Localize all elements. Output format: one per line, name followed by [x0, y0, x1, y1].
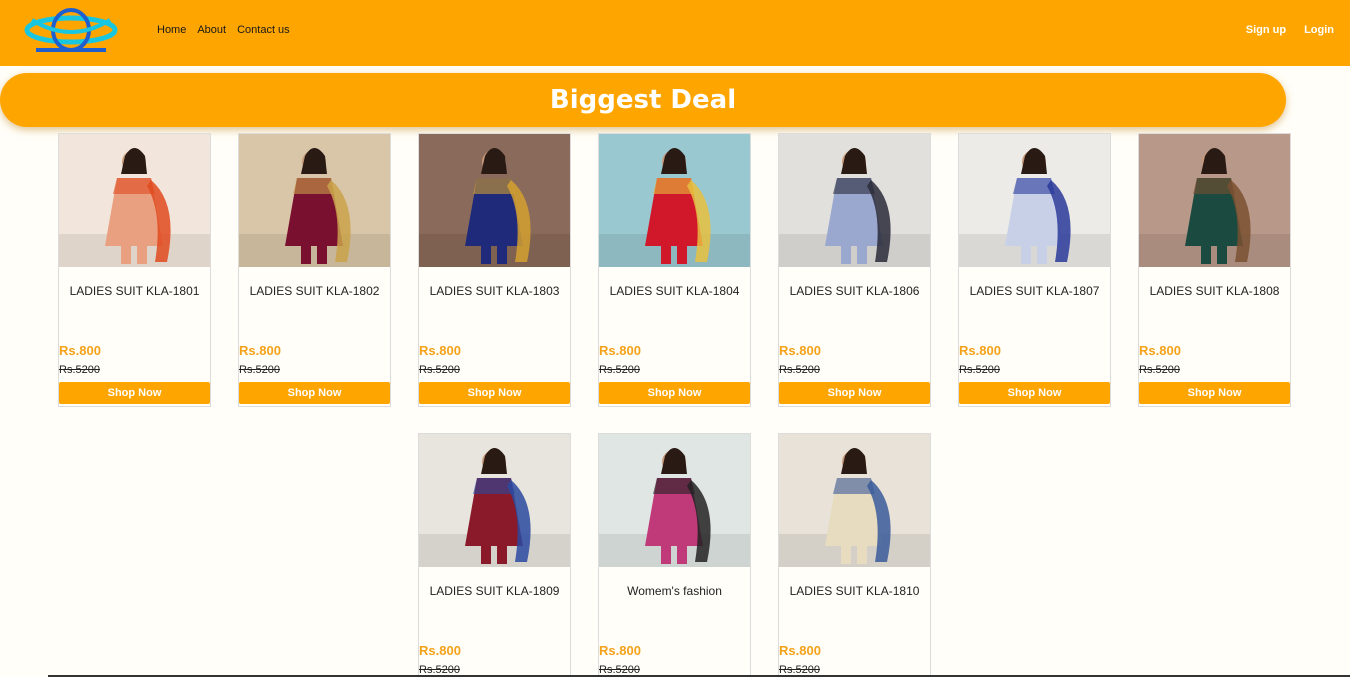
product-card[interactable]: LADIES SUIT KLA-1802 Rs.800 Rs.5200 Shop…	[238, 133, 391, 407]
product-old-price: Rs.5200	[779, 364, 820, 376]
product-name: LADIES SUIT KLA-1808	[1149, 284, 1280, 298]
product-price: Rs.800	[779, 643, 821, 658]
product-price: Rs.800	[599, 643, 641, 658]
product-name: LADIES SUIT KLA-1809	[429, 584, 560, 598]
product-name: LADIES SUIT KLA-1801	[69, 284, 200, 298]
product-card[interactable]: LADIES SUIT KLA-1803 Rs.800 Rs.5200 Shop…	[418, 133, 571, 407]
product-image[interactable]	[419, 134, 570, 267]
product-price: Rs.800	[779, 343, 821, 358]
shop-now-button[interactable]: Shop Now	[1139, 382, 1290, 404]
product-old-price: Rs.5200	[239, 364, 280, 376]
product-image[interactable]	[599, 434, 750, 567]
shop-now-button[interactable]: Shop Now	[599, 382, 750, 404]
product-image[interactable]	[779, 134, 930, 267]
product-price: Rs.800	[419, 343, 461, 358]
product-image[interactable]	[239, 134, 390, 267]
signup-link[interactable]: Sign up	[1246, 24, 1286, 36]
shop-now-button[interactable]: Shop Now	[239, 382, 390, 404]
product-old-price: Rs.5200	[1139, 364, 1180, 376]
brand-logo-icon[interactable]	[22, 6, 120, 56]
product-price: Rs.800	[959, 343, 1001, 358]
product-card[interactable]: LADIES SUIT KLA-1801 Rs.800 Rs.5200 Shop…	[58, 133, 211, 407]
product-old-price: Rs.5200	[959, 364, 1000, 376]
product-image[interactable]	[419, 434, 570, 567]
nav-about-link[interactable]: About	[197, 24, 226, 36]
deal-banner: Biggest Deal	[0, 73, 1286, 127]
product-image[interactable]	[599, 134, 750, 267]
product-card[interactable]: Womem's fashion Rs.800 Rs.5200 Shop Now	[598, 433, 751, 677]
product-card[interactable]: LADIES SUIT KLA-1806 Rs.800 Rs.5200 Shop…	[778, 133, 931, 407]
product-card[interactable]: LADIES SUIT KLA-1810 Rs.800 Rs.5200 Shop…	[778, 433, 931, 677]
product-name: LADIES SUIT KLA-1803	[429, 284, 560, 298]
nav-home-link[interactable]: Home	[157, 24, 186, 36]
product-name: LADIES SUIT KLA-1804	[609, 284, 740, 298]
product-name: LADIES SUIT KLA-1807	[969, 284, 1100, 298]
product-price: Rs.800	[419, 643, 461, 658]
product-price: Rs.800	[59, 343, 101, 358]
shop-now-button[interactable]: Shop Now	[779, 382, 930, 404]
shop-now-button[interactable]: Shop Now	[419, 382, 570, 404]
shop-now-button[interactable]: Shop Now	[959, 382, 1110, 404]
navbar: Home About Contact us Sign up Login	[0, 0, 1350, 66]
login-link[interactable]: Login	[1304, 24, 1334, 36]
product-card[interactable]: LADIES SUIT KLA-1804 Rs.800 Rs.5200 Shop…	[598, 133, 751, 407]
shop-now-button[interactable]: Shop Now	[59, 382, 210, 404]
product-image[interactable]	[59, 134, 210, 267]
product-card[interactable]: LADIES SUIT KLA-1809 Rs.800 Rs.5200 Shop…	[418, 433, 571, 677]
product-card[interactable]: LADIES SUIT KLA-1807 Rs.800 Rs.5200 Shop…	[958, 133, 1111, 407]
product-old-price: Rs.5200	[59, 364, 100, 376]
product-name: Womem's fashion	[627, 584, 722, 598]
nav-contact-link[interactable]: Contact us	[237, 24, 290, 36]
product-image[interactable]	[959, 134, 1110, 267]
product-name: LADIES SUIT KLA-1806	[789, 284, 920, 298]
product-image[interactable]	[779, 434, 930, 567]
product-card[interactable]: LADIES SUIT KLA-1808 Rs.800 Rs.5200 Shop…	[1138, 133, 1291, 407]
product-price: Rs.800	[599, 343, 641, 358]
product-price: Rs.800	[1139, 343, 1181, 358]
product-old-price: Rs.5200	[599, 364, 640, 376]
product-image[interactable]	[1139, 134, 1290, 267]
product-old-price: Rs.5200	[419, 364, 460, 376]
product-name: LADIES SUIT KLA-1810	[789, 584, 920, 598]
product-price: Rs.800	[239, 343, 281, 358]
product-name: LADIES SUIT KLA-1802	[249, 284, 380, 298]
deal-banner-title: Biggest Deal	[549, 85, 737, 115]
